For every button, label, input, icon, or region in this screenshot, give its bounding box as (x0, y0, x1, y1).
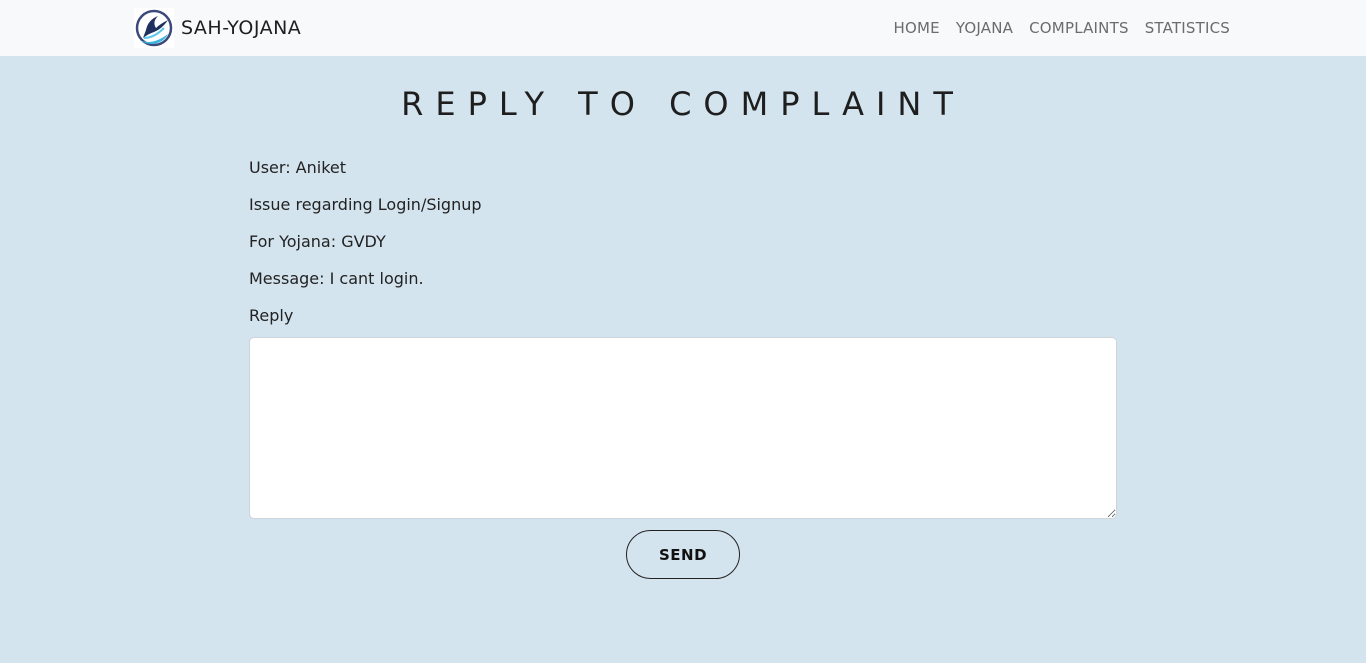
brand-link[interactable]: SAH-YOJANA (134, 8, 301, 48)
nav-link-statistics[interactable]: STATISTICS (1145, 19, 1230, 37)
nav-menu: HOME YOJANA COMPLAINTS STATISTICS (894, 0, 1230, 56)
page-title: REPLY TO COMPLAINT (401, 85, 965, 123)
reply-textarea[interactable] (249, 337, 1117, 519)
brand-name: SAH-YOJANA (181, 17, 302, 39)
complaint-issue: Issue regarding Login/Signup (249, 195, 482, 214)
send-button[interactable]: SEND (626, 530, 740, 579)
complaint-message: Message: I cant login. (249, 269, 424, 288)
nav-link-yojana[interactable]: YOJANA (956, 19, 1013, 37)
complaint-user: User: Aniket (249, 158, 347, 177)
nav-link-complaints[interactable]: COMPLAINTS (1029, 19, 1129, 37)
nav-link-home[interactable]: HOME (894, 19, 940, 37)
quill-feather-logo-icon (134, 8, 174, 48)
complaint-yojana: For Yojana: GVDY (249, 232, 386, 251)
reply-label: Reply (249, 306, 294, 325)
navbar: SAH-YOJANA HOME YOJANA COMPLAINTS STATIS… (0, 0, 1366, 56)
